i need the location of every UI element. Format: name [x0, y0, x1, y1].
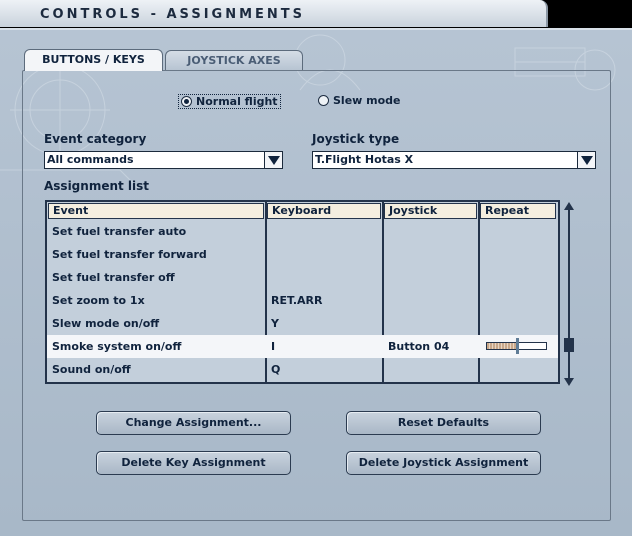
tab-buttons-keys[interactable]: BUTTONS / KEYS — [24, 49, 163, 71]
assignments-panel — [22, 70, 611, 521]
window-title-bar: CONTROLS - ASSIGNMENTS — [0, 0, 548, 27]
controls-window: BUTTONS / KEYS JOYSTICK AXES Normal flig… — [0, 28, 632, 536]
window-title: CONTROLS - ASSIGNMENTS — [40, 7, 306, 22]
tab-joystick-axes[interactable]: JOYSTICK AXES — [165, 50, 303, 70]
